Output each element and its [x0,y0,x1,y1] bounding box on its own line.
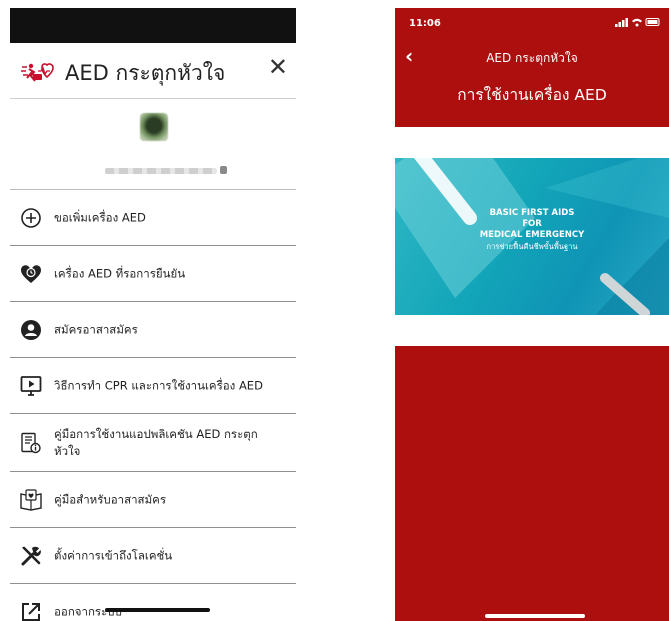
menu-item-location-settings[interactable]: ตั้งค่าการเข้าถึงโลเคชั่น [10,528,296,584]
banner-line-4: การช่วยฟื้นคืนชีพขั้นพื้นฐาน [486,242,578,251]
aed-usage-screen: 11:06 ‹ AED กระตุกหัวใจ การใช้งานเครื่อง… [395,8,669,621]
page-header: การใช้งานเครื่อง AED [395,72,669,120]
tools-icon [21,546,41,565]
plus-circle-icon [21,207,41,228]
banner-line-1: BASIC FIRST AIDS [489,208,575,218]
user-profile[interactable] [10,99,296,190]
status-time: 11:06 [409,18,441,29]
content-card: BASIC FIRST AIDS FOR MEDICAL EMERGENCY ก… [395,127,669,346]
home-indicator [105,608,210,612]
user-badge-icon [220,166,227,174]
menu-item-cpr-video[interactable]: วิธีการทำ CPR และการใช้งานเครื่อง AED [10,358,296,414]
menu-item-label: ตั้งค่าการเข้าถึงโลเคชั่น [54,548,173,562]
close-icon[interactable]: ✕ [268,55,288,79]
home-indicator [485,614,585,618]
status-bar [10,8,296,43]
menu-item-label: ขอเพิ่มเครื่อง AED [54,210,146,224]
menu-item-label: เครื่อง AED ที่รอการยืนยัน [54,266,186,280]
play-screen-icon [20,375,42,396]
nav-title: AED กระตุกหัวใจ [486,51,578,65]
banner-line-3: MEDICAL EMERGENCY [479,230,585,240]
external-link-icon [22,602,40,621]
banner-text: BASIC FIRST AIDS FOR MEDICAL EMERGENCY ก… [395,208,669,252]
avatar [140,113,168,141]
page-title: การใช้งานเครื่อง AED [457,86,607,104]
menu-item-volunteer-manual[interactable]: คู่มือสำหรับอาสาสมัคร [10,472,296,528]
drawer-title: AED กระตุกหัวใจ [65,61,226,85]
status-icons [615,18,660,27]
menu-item-pending-aed[interactable]: เครื่อง AED ที่รอการยืนยัน [10,246,296,302]
menu-item-volunteer-signup[interactable]: สมัครอาสาสมัคร [10,302,296,358]
volunteer-book-icon [20,488,42,511]
menu-item-logout[interactable]: ออกจากระบบ [10,584,296,621]
user-circle-icon [21,319,41,340]
menu-item-label: วิธีการทำ CPR และการใช้งานเครื่อง AED [54,378,263,392]
drawer-header: AED กระตุกหัวใจ ✕ [10,43,296,99]
menu-item-label: คู่มือการใช้งานแอปพลิเคชัน AED กระตุกหัว… [54,426,258,458]
first-aid-banner[interactable]: BASIC FIRST AIDS FOR MEDICAL EMERGENCY ก… [395,158,669,315]
manual-info-icon [21,432,41,453]
drawer-screen: AED กระตุกหัวใจ ✕ ขอเพิ่มเครื่อง AED เคร… [10,8,296,621]
menu-item-label: สมัครอาสาสมัคร [54,322,138,336]
aed-logo-icon [21,63,54,82]
nav-bar: ‹ AED กระตุกหัวใจ [395,42,669,72]
menu-item-app-manual[interactable]: คู่มือการใช้งานแอปพลิเคชัน AED กระตุกหัว… [10,414,296,472]
menu-item-label: คู่มือสำหรับอาสาสมัคร [54,492,167,506]
user-name-blurred [105,168,217,174]
menu-item-request-aed[interactable]: ขอเพิ่มเครื่อง AED [10,190,296,246]
banner-line-2: FOR [522,219,542,229]
status-bar: 11:06 [395,8,669,42]
heart-clock-icon [21,264,41,283]
